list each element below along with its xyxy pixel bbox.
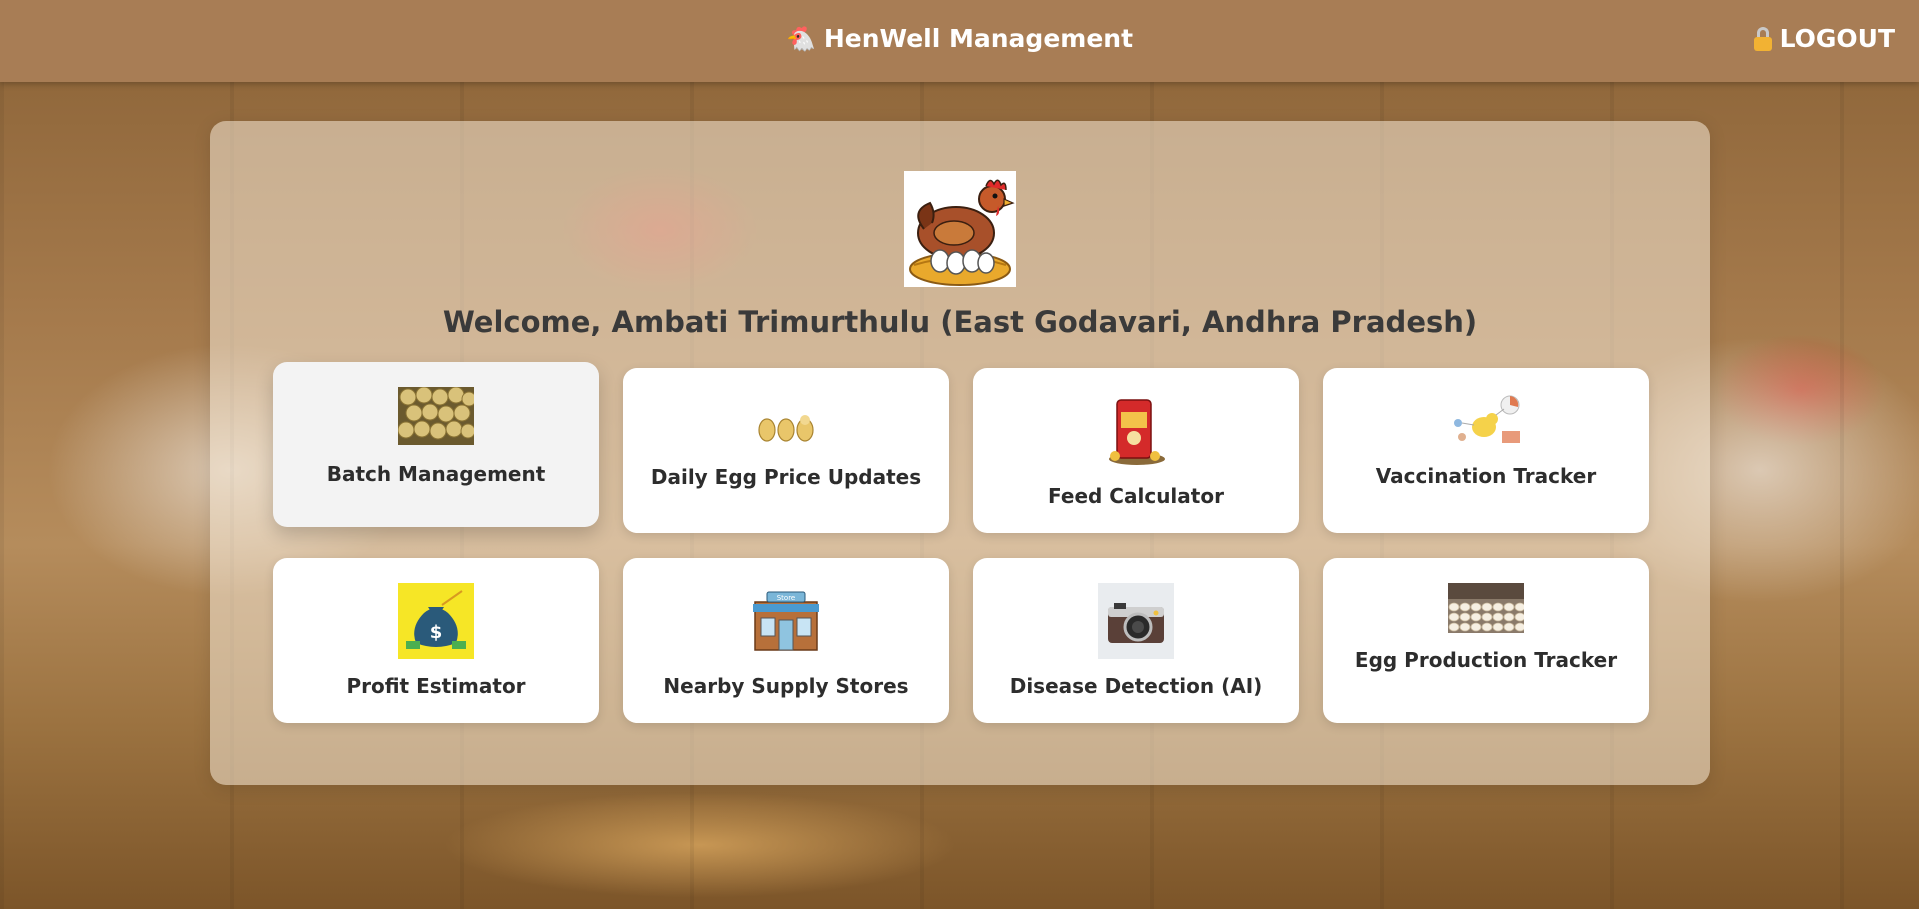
tile-feed-calculator[interactable]: Feed Calculator bbox=[973, 368, 1299, 533]
brand: 🐔 HenWell Management bbox=[0, 24, 1919, 53]
camera-icon bbox=[1098, 583, 1174, 659]
store-icon: Store bbox=[751, 590, 821, 652]
tile-label: Nearby Supply Stores bbox=[663, 674, 909, 698]
svg-text:Store: Store bbox=[777, 594, 796, 602]
top-navbar: 🐔 HenWell Management LOGOUT bbox=[0, 0, 1919, 82]
tile-label: Egg Production Tracker bbox=[1354, 648, 1618, 672]
tile-label: Vaccination Tracker bbox=[1375, 464, 1597, 488]
logout-button[interactable]: LOGOUT bbox=[1753, 24, 1895, 53]
chicks-photo-icon bbox=[397, 386, 477, 445]
lock-icon bbox=[1753, 26, 1772, 51]
tile-label: Disease Detection (AI) bbox=[1009, 674, 1263, 698]
tile-daily-egg-price-updates[interactable]: Daily Egg Price Updates bbox=[623, 368, 949, 533]
brand-title: HenWell Management bbox=[823, 24, 1134, 53]
tile-label: Batch Management bbox=[326, 462, 546, 486]
feed-bag-icon bbox=[1103, 398, 1169, 466]
money-bag-icon: $ bbox=[398, 583, 474, 659]
tile-disease-detection-ai[interactable]: Disease Detection (AI) bbox=[973, 558, 1299, 723]
tile-label: Profit Estimator bbox=[346, 674, 526, 698]
hen-on-nest-logo bbox=[904, 171, 1016, 287]
vaccination-chart-icon bbox=[1448, 393, 1524, 449]
tile-label: Feed Calculator bbox=[1048, 484, 1224, 508]
egg-trays-photo-icon bbox=[1448, 583, 1526, 633]
tile-nearby-supply-stores[interactable]: Store Nearby Supply Stores bbox=[623, 558, 949, 723]
welcome-heading: Welcome, Ambati Trimurthulu (East Godava… bbox=[442, 305, 1478, 339]
tile-batch-management[interactable]: Batch Management bbox=[273, 362, 599, 527]
svg-text:$: $ bbox=[430, 622, 443, 643]
logout-label: LOGOUT bbox=[1779, 24, 1895, 53]
dashboard-panel: Welcome, Ambati Trimurthulu (East Godava… bbox=[210, 121, 1710, 785]
tile-profit-estimator[interactable]: $ Profit Estimator bbox=[273, 558, 599, 723]
tile-label: Daily Egg Price Updates bbox=[650, 465, 922, 489]
eggs-icon bbox=[757, 412, 815, 444]
tile-egg-production-tracker[interactable]: Egg Production Tracker bbox=[1323, 558, 1649, 723]
tile-vaccination-tracker[interactable]: Vaccination Tracker bbox=[1323, 368, 1649, 533]
chicken-icon: 🐔 bbox=[785, 25, 816, 53]
